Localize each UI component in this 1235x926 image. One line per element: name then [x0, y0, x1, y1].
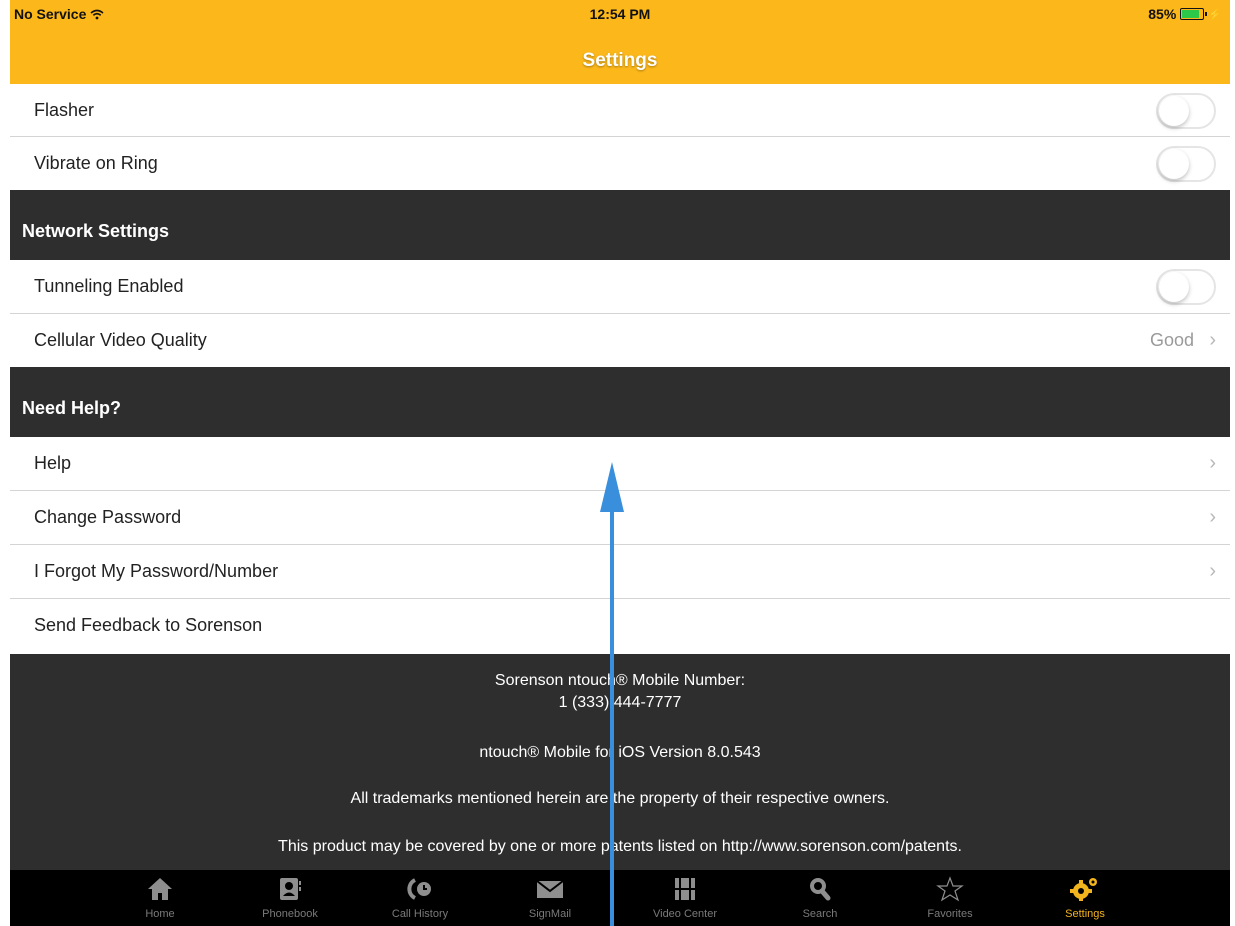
- star-icon: [905, 876, 995, 902]
- battery-percent: 85%: [1148, 6, 1177, 22]
- patents-text: This product may be covered by one or mo…: [278, 838, 962, 855]
- tab-home[interactable]: Home: [115, 870, 205, 926]
- flasher-row: Flasher: [10, 84, 1230, 137]
- settings-screen: No Service 12:54 PM 85% ⚡ Settings Flash…: [10, 0, 1230, 926]
- tab-search[interactable]: Search: [775, 870, 865, 926]
- chevron-right-icon: ›: [1209, 506, 1216, 528]
- chevron-right-icon: ›: [1209, 329, 1216, 351]
- forgot-password-row[interactable]: I Forgot My Password/Number ›: [10, 545, 1230, 599]
- cellular-label: Cellular Video Quality: [34, 330, 207, 350]
- nav-bar: Settings: [10, 28, 1230, 85]
- chevron-right-icon: ›: [1209, 560, 1216, 582]
- flasher-toggle[interactable]: [1156, 93, 1216, 129]
- cellular-value: Good: [1149, 330, 1194, 350]
- tab-phonebook[interactable]: Phonebook: [245, 870, 335, 926]
- film-icon: [640, 876, 730, 902]
- phonebook-icon: [245, 876, 335, 902]
- vibrate-label: Vibrate on Ring: [34, 153, 158, 173]
- tunneling-toggle[interactable]: [1156, 269, 1216, 305]
- tab-video-center[interactable]: Video Center: [640, 870, 730, 926]
- tab-favorites[interactable]: Favorites: [905, 870, 995, 926]
- flasher-label: Flasher: [34, 100, 95, 120]
- help-row[interactable]: Help ›: [10, 437, 1230, 491]
- envelope-icon: [505, 876, 595, 902]
- section-header-network: Network Settings: [10, 190, 1230, 260]
- status-bar: No Service 12:54 PM 85% ⚡: [10, 0, 1230, 28]
- charging-icon: ⚡: [1208, 8, 1222, 21]
- version-text: ntouch® Mobile for iOS Version 8.0.543: [479, 744, 761, 761]
- mobile-number: 1 (333) 444-7777: [558, 694, 682, 711]
- tab-settings[interactable]: Settings: [1040, 870, 1130, 926]
- search-icon: [775, 876, 865, 902]
- status-time: 12:54 PM: [589, 6, 651, 22]
- change-password-row[interactable]: Change Password ›: [10, 491, 1230, 545]
- gears-icon: [1040, 876, 1130, 902]
- tab-signmail[interactable]: SignMail: [505, 870, 595, 926]
- section-header-help: Need Help?: [10, 367, 1230, 437]
- tunneling-row: Tunneling Enabled: [10, 260, 1230, 314]
- page-title: Settings: [582, 50, 658, 71]
- call-history-icon: [375, 876, 465, 902]
- chevron-right-icon: ›: [1209, 452, 1216, 474]
- tab-call-history[interactable]: Call History: [375, 870, 465, 926]
- app-info-footer: Sorenson ntouch® Mobile Number: 1 (333) …: [10, 654, 1230, 870]
- battery-icon: [1180, 8, 1208, 20]
- send-feedback-row[interactable]: Send Feedback to Sorenson: [10, 599, 1230, 654]
- tunneling-label: Tunneling Enabled: [34, 276, 184, 296]
- cellular-video-quality-row[interactable]: Cellular Video Quality Good ›: [10, 314, 1230, 367]
- vibrate-toggle[interactable]: [1156, 146, 1216, 182]
- tab-bar: Home Phonebook Call History SignMail Vid…: [10, 870, 1230, 926]
- number-label: Sorenson ntouch® Mobile Number:: [494, 672, 746, 689]
- trademarks-text: All trademarks mentioned herein are the …: [350, 790, 890, 807]
- vibrate-row: Vibrate on Ring: [10, 137, 1230, 189]
- home-icon: [115, 876, 205, 902]
